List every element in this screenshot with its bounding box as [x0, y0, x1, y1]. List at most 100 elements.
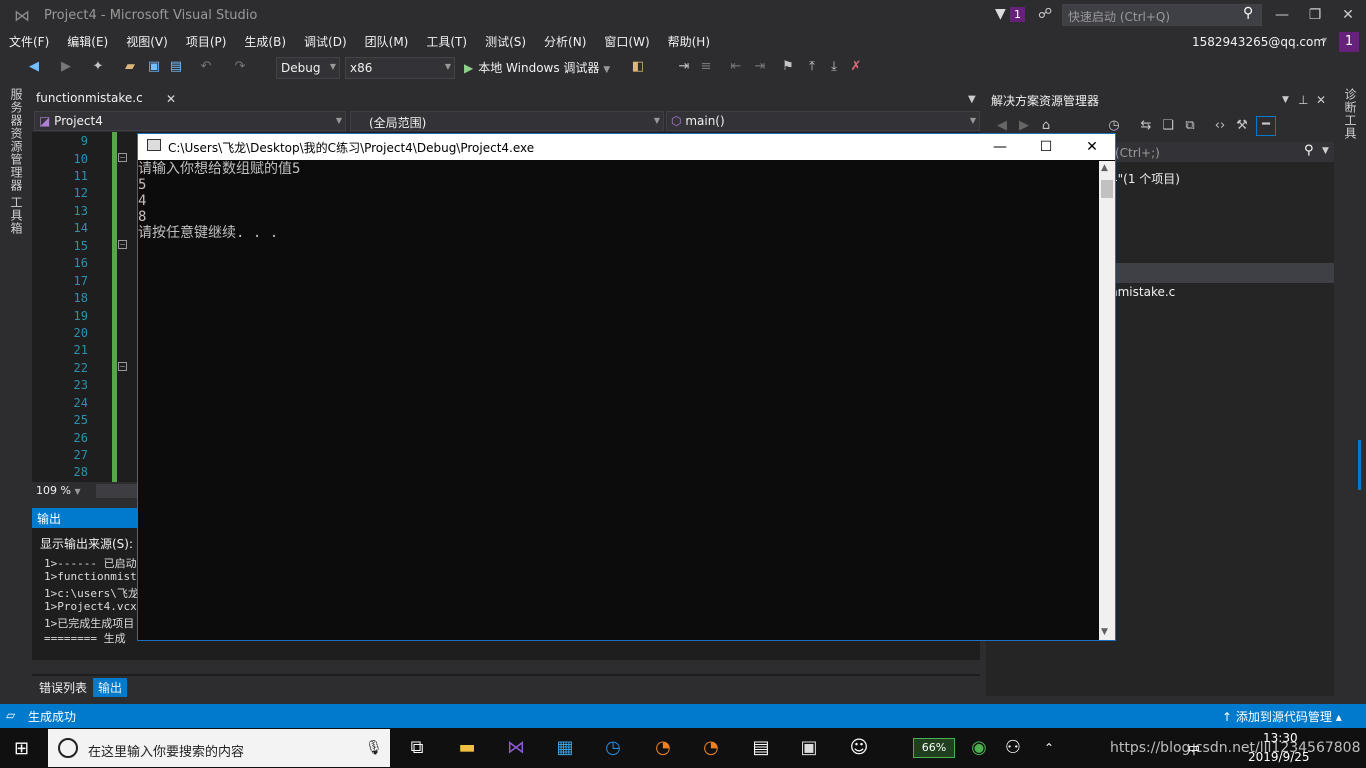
console-app-icon[interactable] [147, 139, 161, 151]
console-scroll-thumb[interactable] [1101, 180, 1113, 198]
visual-studio-icon[interactable]: ⋈ [503, 736, 529, 760]
notification-count-badge[interactable]: 1 [1010, 7, 1025, 22]
step-into-icon[interactable]: ⇥ [676, 59, 692, 75]
menu-edit[interactable]: 编辑(E) [58, 32, 117, 53]
new-project-icon[interactable]: ✦ [90, 59, 106, 75]
scope-select[interactable]: (全局范围) ▼ [350, 111, 664, 131]
undo-icon[interactable]: ↶ [198, 59, 214, 75]
feedback-icon[interactable]: ☍ [1038, 6, 1052, 22]
collapse-toggle-icon[interactable]: − [118, 362, 127, 371]
console-maximize-button[interactable]: ☐ [1023, 134, 1069, 160]
indent-icon[interactable]: ⇥ [752, 59, 768, 75]
close-button[interactable]: ✕ [1336, 5, 1360, 25]
console-minimize-button[interactable]: — [977, 134, 1023, 160]
pin-icon[interactable]: ⊥ [1298, 93, 1308, 107]
file-explorer-icon[interactable]: ▬ [454, 736, 480, 760]
menu-team[interactable]: 团队(M) [356, 32, 418, 53]
account-name[interactable]: 1582943265@qq.com [1192, 35, 1325, 49]
menu-project[interactable]: 项目(P) [177, 32, 236, 53]
step-over-icon[interactable]: ≡ [698, 59, 714, 75]
maximize-button[interactable]: ❐ [1303, 5, 1327, 25]
bookmark-icon[interactable]: ⚑ [780, 59, 796, 75]
ime-indicator[interactable]: 中 [1188, 741, 1200, 758]
console-close-button[interactable]: ✕ [1069, 134, 1115, 160]
menu-tools[interactable]: 工具(T) [417, 32, 476, 53]
tab-functionmistake[interactable]: functionmistake.c [32, 88, 182, 109]
close-icon[interactable]: ✕ [166, 92, 176, 106]
scroll-up-icon[interactable]: ▲ [1101, 163, 1108, 173]
chevron-up-icon[interactable]: ⌃ [1036, 736, 1062, 760]
microphone-icon[interactable]: 🎙 [365, 740, 383, 756]
copy-icon[interactable]: ⧉ [1182, 118, 1198, 134]
chevron-down-icon[interactable]: ▾ [1322, 35, 1327, 46]
wrench-icon[interactable]: ⚒ [1234, 118, 1250, 134]
clock-app-icon[interactable]: ◷ [600, 736, 626, 760]
menu-debug[interactable]: 调试(D) [295, 32, 356, 53]
quick-launch-input[interactable]: 快速启动 (Ctrl+Q) [1062, 4, 1262, 26]
redo-icon[interactable]: ↷ [232, 59, 248, 75]
solution-platform-select[interactable]: x86 ▼ [345, 57, 455, 79]
menu-build[interactable]: 生成(B) [235, 32, 295, 53]
history-icon[interactable]: ◷ [1106, 118, 1122, 134]
menu-window[interactable]: 窗口(W) [595, 32, 658, 53]
menu-file[interactable]: 文件(F) [0, 32, 58, 53]
qq-icon[interactable]: ☺ [846, 736, 872, 760]
server-explorer-tab[interactable]: 服务器资源管理器 [8, 88, 25, 192]
account-badge[interactable]: 1 [1339, 32, 1359, 52]
back-icon[interactable]: ◀ [26, 59, 42, 75]
close-icon[interactable]: ✕ [1316, 93, 1326, 107]
scroll-down-icon[interactable]: ▼ [1101, 627, 1108, 637]
diagnostic-tools-tab[interactable]: 诊断工具 [1342, 88, 1359, 140]
clock-time[interactable]: 13:30 [1263, 731, 1298, 745]
start-debugging-button[interactable]: ▶ 本地 Windows 调试器 ▼ [464, 59, 610, 76]
project-select[interactable]: ◪ Project4 ▼ [34, 111, 346, 131]
find-in-files-icon[interactable]: ◧ [630, 59, 646, 75]
menu-view[interactable]: 视图(V) [117, 32, 177, 53]
task-view-icon[interactable]: ⧉ [404, 736, 430, 760]
console-taskbar-icon[interactable]: ▣ [796, 736, 822, 760]
browser-icon[interactable]: ◔ [650, 736, 676, 760]
menu-help[interactable]: 帮助(H) [659, 32, 719, 53]
menu-analyze[interactable]: 分析(N) [535, 32, 595, 53]
chevron-down-icon[interactable]: ▼ [1322, 146, 1329, 156]
minimize-button[interactable]: — [1270, 5, 1294, 25]
browser-icon-2[interactable]: ◔ [698, 736, 724, 760]
function-select[interactable]: ⬡ main() ▼ [666, 111, 980, 131]
network-status-icon[interactable]: ◉ [966, 736, 992, 760]
chevron-down-icon[interactable]: ▼ [968, 94, 976, 105]
collapse-toggle-icon[interactable]: − [118, 153, 127, 162]
battery-indicator[interactable]: 66% [913, 738, 955, 758]
add-to-source-control-button[interactable]: ↑ 添加到源代码管理 ▴ [1222, 708, 1342, 725]
people-icon[interactable]: ⚇ [1000, 736, 1026, 760]
forward-icon[interactable]: ▶ [1016, 118, 1032, 134]
output-horizontal-scrollbar[interactable] [32, 660, 980, 674]
preview-icon[interactable]: ━ [1256, 116, 1276, 136]
tab-error-list[interactable]: 错误列表 [34, 678, 92, 697]
home-icon[interactable]: ⌂ [1038, 118, 1054, 134]
sync-icon[interactable]: ⇆ [1138, 118, 1154, 134]
solution-search-input[interactable]: 器(Ctrl+;) [1100, 142, 1334, 162]
console-vertical-scrollbar[interactable] [1099, 161, 1115, 640]
next-bookmark-icon[interactable]: ⤓ [826, 59, 842, 75]
store-icon[interactable]: ▦ [552, 736, 578, 760]
zoom-select[interactable]: 109 % ▼ [32, 482, 94, 500]
video-app-icon[interactable]: ▤ [748, 736, 774, 760]
back-icon[interactable]: ◀ [994, 118, 1010, 134]
save-icon[interactable]: ▣ [146, 59, 162, 75]
outdent-icon[interactable]: ⇤ [728, 59, 744, 75]
clock-date[interactable]: 2019/9/25 [1248, 750, 1310, 764]
save-all-icon[interactable]: ▤ [168, 59, 184, 75]
source-file-node[interactable]: nmistake.c [1110, 285, 1175, 299]
tab-output[interactable]: 输出 [93, 678, 128, 697]
solution-config-select[interactable]: Debug ▼ [276, 57, 340, 79]
menu-test[interactable]: 测试(S) [476, 32, 535, 53]
notification-flag-icon[interactable]: ▼ [995, 6, 1006, 22]
toolbox-tab[interactable]: 工具箱 [8, 196, 25, 235]
windows-start-icon[interactable]: ⊞ [14, 738, 29, 759]
code-view-icon[interactable]: ‹› [1212, 118, 1228, 134]
solution-node[interactable]: 4"(1 个项目) [1110, 170, 1180, 187]
collapse-all-icon[interactable]: ❏ [1160, 118, 1176, 134]
collapse-toggle-icon[interactable]: − [118, 240, 127, 249]
chevron-down-icon[interactable]: ▼ [1282, 95, 1289, 105]
prev-bookmark-icon[interactable]: ⤒ [804, 59, 820, 75]
